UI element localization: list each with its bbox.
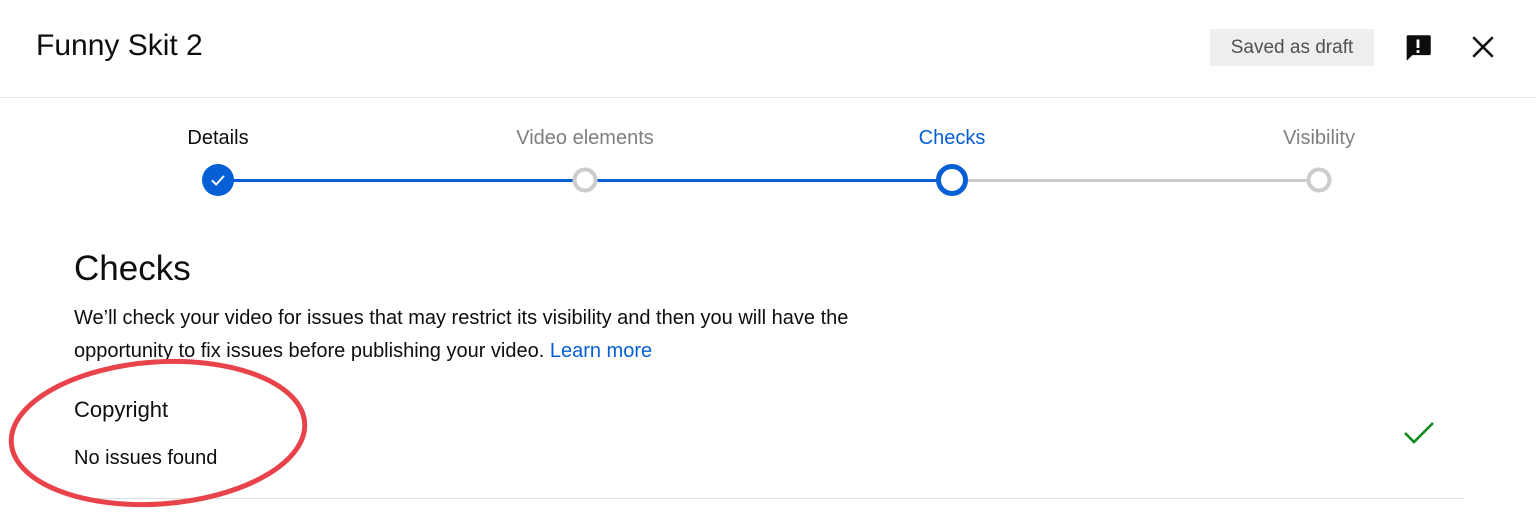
annotation-ellipse bbox=[8, 358, 308, 508]
dialog-header: Funny Skit 2 Saved as draft bbox=[0, 0, 1536, 98]
close-icon bbox=[1472, 36, 1494, 58]
step-details-label[interactable]: Details bbox=[187, 126, 248, 150]
feedback-button[interactable] bbox=[1398, 28, 1438, 68]
step-details-dot[interactable] bbox=[202, 164, 234, 196]
draft-status-badge: Saved as draft bbox=[1210, 29, 1374, 66]
step-checks-dot[interactable] bbox=[936, 164, 968, 196]
video-title: Funny Skit 2 bbox=[36, 29, 203, 62]
step-visibility-dot[interactable] bbox=[1306, 167, 1332, 193]
step-video-elements-dot[interactable] bbox=[572, 167, 598, 193]
upload-dialog: Funny Skit 2 Saved as draft Details Vide… bbox=[0, 0, 1536, 523]
stepper-remaining-track bbox=[952, 179, 1319, 182]
section-divider bbox=[74, 498, 1464, 499]
copyright-check-title: Copyright bbox=[74, 397, 169, 422]
close-button[interactable] bbox=[1463, 27, 1503, 67]
step-checks-label[interactable]: Checks bbox=[919, 126, 986, 150]
checks-heading: Checks bbox=[74, 249, 191, 288]
checks-description: We’ll check your video for issues that m… bbox=[74, 302, 914, 368]
feedback-icon bbox=[1406, 35, 1431, 61]
checkmark-icon bbox=[211, 175, 225, 186]
step-video-elements-label[interactable]: Video elements bbox=[516, 126, 654, 150]
step-visibility-label[interactable]: Visibility bbox=[1283, 126, 1355, 150]
upload-stepper: Details Video elements Checks Visibility bbox=[0, 98, 1536, 208]
checkmark-icon bbox=[1404, 422, 1434, 444]
checks-description-text: We’ll check your video for issues that m… bbox=[74, 307, 849, 362]
copyright-check-status: No issues found bbox=[74, 447, 218, 469]
learn-more-link[interactable]: Learn more bbox=[550, 340, 652, 362]
